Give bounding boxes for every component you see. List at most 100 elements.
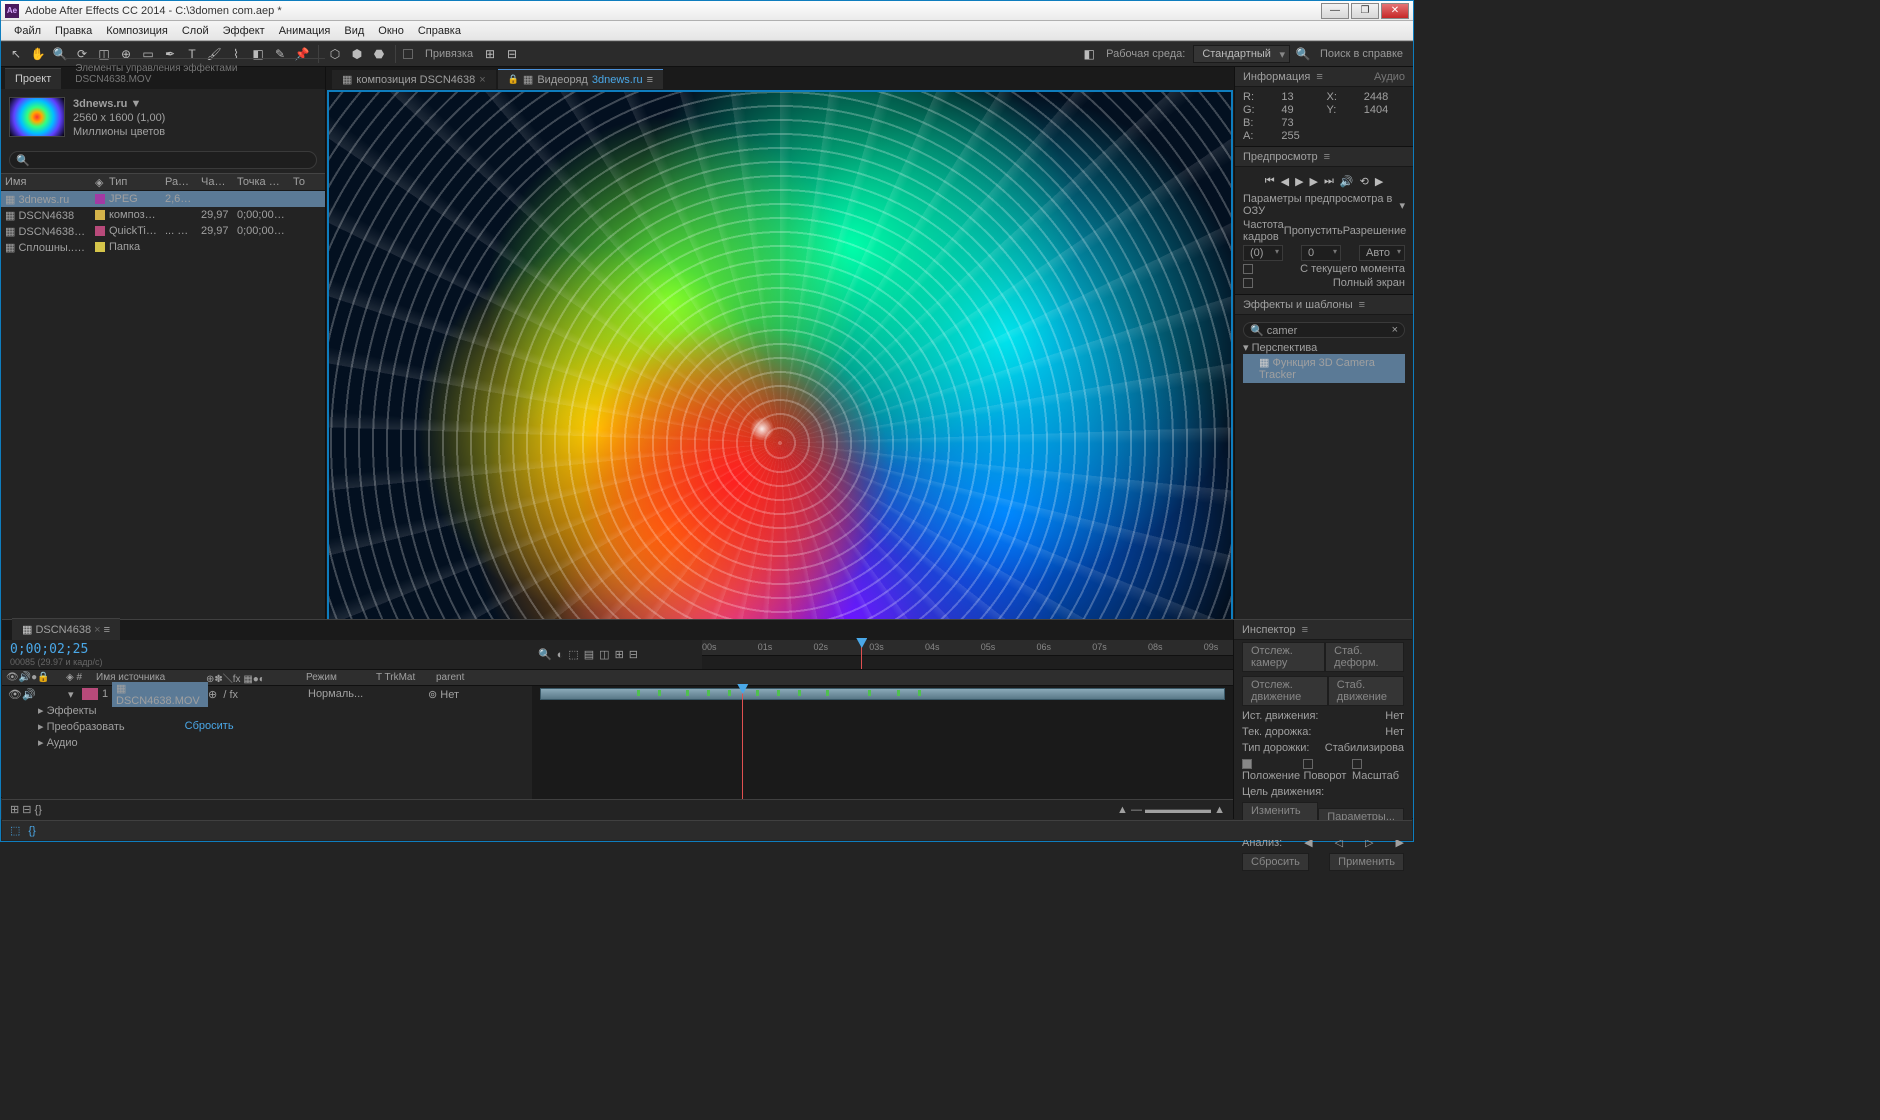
effects-panel-tab[interactable]: Эффекты и шаблоны [1243,299,1353,311]
loop-icon[interactable]: ⟲ [1360,175,1369,188]
tracker-reset-button[interactable]: Сбросить [1242,853,1309,871]
play-icon[interactable]: ▶ [1295,175,1303,188]
playhead-line[interactable] [742,686,743,799]
motion-source-dropdown[interactable]: Нет [1385,710,1404,722]
keyframe-marker[interactable] [707,690,710,696]
tl-opt4-icon[interactable]: ◫ [599,648,609,661]
menu-layer[interactable]: Слой [175,25,216,37]
keyframe-marker[interactable] [826,690,829,696]
track-type-dropdown[interactable]: Стабилизирова [1325,742,1404,754]
track-motion-button[interactable]: Отслеж. движение [1242,676,1328,706]
tl-opt6-icon[interactable]: ⊟ [629,648,638,661]
menu-effect[interactable]: Эффект [216,25,272,37]
workspace-dropdown[interactable]: Стандартный [1193,45,1290,63]
keyframe-marker[interactable] [686,690,689,696]
panel-menu-icon[interactable]: ≡ [1324,151,1330,163]
preview-panel-tab[interactable]: Предпросмотр [1243,151,1318,163]
tl-opt2-icon[interactable]: ⬚ [568,648,578,661]
col-size[interactable]: Размер [161,176,197,188]
menu-animation[interactable]: Анимация [272,25,338,37]
tl-opt-icon[interactable]: ◐ [557,649,564,661]
current-time[interactable]: 0;00;02;25 [10,642,524,657]
status-icon-2[interactable]: {} [28,825,35,837]
prev-frame-icon[interactable]: ◀ [1281,175,1289,188]
ram-preview-label[interactable]: Параметры предпросмотра в ОЗУ [1243,193,1399,217]
col-out[interactable]: То [289,176,309,188]
audio-panel-tab[interactable]: Аудио [1374,71,1405,83]
footage-link[interactable]: 3dnews.ru [592,74,643,86]
keyframe-marker[interactable] [918,690,921,696]
effects-group[interactable]: ▾ Перспектива [1243,341,1405,354]
col-label-icon[interactable]: ◈ [91,176,105,189]
info-panel-tab[interactable]: Информация [1243,71,1310,83]
mute-icon[interactable]: 🔊 [1340,175,1354,188]
ram-preview-icon[interactable]: ▶ [1375,175,1383,188]
world-axis-icon[interactable]: ⬢ [348,45,366,63]
project-item[interactable]: ▦ DSCN4638композиц...29,970;00;00;00 [1,207,325,223]
keyframe-marker[interactable] [756,690,759,696]
tracker-panel-tab[interactable]: Инспектор [1242,624,1296,636]
tl-opt3-icon[interactable]: ▤ [584,648,594,661]
effect-item[interactable]: ▦ Функция 3D Camera Tracker [1243,354,1405,383]
col-name[interactable]: Имя [1,176,91,188]
position-checkbox[interactable] [1242,759,1252,769]
framerate-dropdown[interactable]: (0) [1243,245,1283,261]
track-camera-button[interactable]: Отслеж. камеру [1242,642,1325,672]
timeline-track-area[interactable] [532,686,1233,799]
keyframe-marker[interactable] [777,690,780,696]
hand-tool-icon[interactable]: ✋ [29,45,47,63]
keyframe-marker[interactable] [897,690,900,696]
snap-opt1-icon[interactable]: ⊞ [481,45,499,63]
comp-tab-2[interactable]: 🔒 ▦ Видеоряд 3dnews.ru ≡ [498,69,663,89]
fullscreen-checkbox[interactable] [1243,278,1253,288]
menu-view[interactable]: Вид [337,25,371,37]
goto-start-icon[interactable]: ⏮ [1265,175,1275,188]
panel-menu-icon[interactable]: ≡ [647,74,653,86]
time-ruler[interactable]: 00s01s02s03s04s05s06s07s08s09s [702,640,1233,656]
project-item[interactable]: ▦ Сплошны...вкиПапка [1,239,325,255]
col-fps[interactable]: Часто... [197,176,233,188]
layer-row[interactable]: 👁🔊 ▾ 1 ▦ DSCN4638.MOV ⊕ / fx Нормаль... … [2,686,532,702]
scale-checkbox[interactable] [1352,759,1362,769]
panel-menu-icon[interactable]: ≡ [1316,71,1322,83]
stab-warp-button[interactable]: Стаб. деформ. [1325,642,1404,672]
snap-checkbox[interactable] [403,49,413,59]
menu-composition[interactable]: Композиция [99,25,175,37]
comp-tab-1[interactable]: ▦ композиция DSCN4638 × [332,70,496,89]
minimize-button[interactable]: — [1321,3,1349,19]
timeline-tab[interactable]: ▦ DSCN4638 × ≡ [12,618,120,640]
local-axis-icon[interactable]: ⬡ [326,45,344,63]
project-item[interactable]: ▦ 3dnews.ruJPEG2,6 МБ [1,191,325,207]
menu-window[interactable]: Окно [371,25,411,37]
tl-opt5-icon[interactable]: ⊞ [615,648,624,661]
menu-help[interactable]: Справка [411,25,468,37]
tab-project[interactable]: Проект [5,68,61,89]
from-current-checkbox[interactable] [1243,264,1253,274]
help-search[interactable]: Поиск в справке [1316,48,1407,60]
current-track-dropdown[interactable]: Нет [1385,726,1404,738]
effects-search-input[interactable]: 🔍 camer× [1243,322,1405,338]
toggle-switches-icon[interactable]: ⊞ ⊟ {} [10,803,42,816]
layer-prop-audio[interactable]: ▸ Аудио [2,734,532,750]
next-frame-icon[interactable]: ▶ [1310,175,1318,188]
tracker-apply-button[interactable]: Применить [1329,853,1404,871]
reset-link[interactable]: Сбросить [185,720,234,732]
keyframe-marker[interactable] [658,690,661,696]
layer-prop-effects[interactable]: ▸ Эффекты [2,702,532,718]
snap-opt2-icon[interactable]: ⊟ [503,45,521,63]
close-button[interactable]: ✕ [1381,3,1409,19]
col-type[interactable]: Тип [105,176,161,188]
search-toggle-icon[interactable]: ◧ [1080,45,1098,63]
menu-edit[interactable]: Правка [48,25,99,37]
menu-file[interactable]: Файл [7,25,48,37]
keyframe-marker[interactable] [798,690,801,696]
keyframe-marker[interactable] [637,690,640,696]
skip-dropdown[interactable]: 0 [1301,245,1341,261]
clear-search-icon[interactable]: × [1392,324,1398,336]
goto-end-icon[interactable]: ⏭ [1324,175,1334,188]
col-in[interactable]: Точка входа [233,176,289,188]
panel-menu-icon[interactable]: ≡ [1359,299,1365,311]
search-icon[interactable]: 🔍 [1294,45,1312,63]
selection-tool-icon[interactable]: ↖ [7,45,25,63]
project-search-input[interactable]: 🔍 [9,151,317,169]
